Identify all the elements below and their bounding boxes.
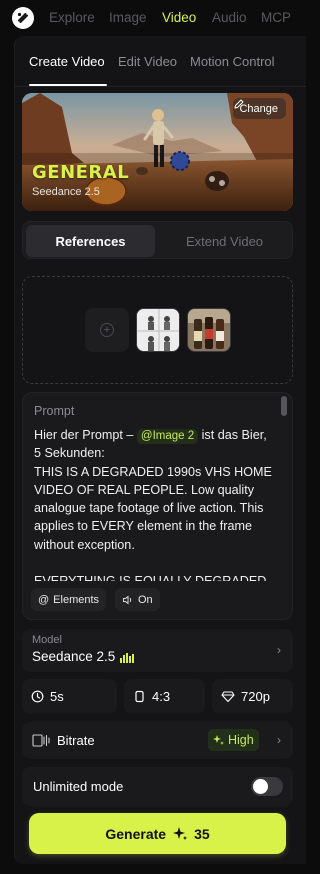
top-nav: Explore Image Video Audio MCP [0,0,306,36]
model-value: Seedance 2.5 [32,649,116,664]
audio-chip[interactable]: On [115,588,160,611]
resolution-selector[interactable]: 720p [212,679,293,714]
model-preset-subtitle: Seedance 2.5 [32,186,100,198]
unlimited-mode-label: Unlimited mode [33,779,124,794]
sparkle-icon [213,735,224,745]
prompt-text-rest: ist das Bier, 5 Sekunden: THIS IS A DEGR… [34,428,272,581]
tab-motion-control[interactable]: Motion Control [190,54,275,69]
model-preview-card[interactable]: Change GENERAL Seedance 2.5 [22,93,293,211]
diamond-icon [221,691,235,703]
change-model-button[interactable]: Change [233,98,286,119]
model-preset-title: GENERAL [32,162,130,183]
add-reference-button[interactable]: + [85,308,129,352]
bitrate-value-badge: High [208,729,259,751]
aspect-ratio-value: 4:3 [152,689,171,704]
model-label: Model [32,634,62,646]
bitrate-selector[interactable]: Bitrate High › [22,722,293,759]
nav-audio[interactable]: Audio [212,10,247,25]
chevron-right-icon: › [277,643,281,657]
prompt-input[interactable]: Hier der Prompt – @Image 2 ist das Bier,… [34,426,274,581]
reference-image-2[interactable] [187,308,231,352]
bitrate-label: Bitrate [57,733,95,748]
unlimited-mode-toggle[interactable] [251,777,283,796]
reference-upload-area[interactable]: + [22,276,293,384]
extend-video-button[interactable]: Extend Video [160,225,289,257]
reference-image-1[interactable] [136,308,180,352]
elements-chip[interactable]: @ Elements [31,588,107,611]
speaker-icon [123,594,132,605]
tab-edit-video[interactable]: Edit Video [118,54,177,69]
quality-bars-icon [120,653,134,663]
duration-value: 5s [50,689,64,704]
generate-label: Generate [105,825,167,842]
clock-icon [31,690,44,703]
tab-create-video[interactable]: Create Video [29,54,105,69]
bitrate-value: High [228,733,254,747]
reference-mode-toggle: References Extend Video [22,221,293,259]
elements-label: Elements [53,593,100,606]
toggle-knob [253,779,268,794]
plus-icon: + [100,323,114,337]
nav-explore[interactable]: Explore [49,10,95,25]
tabs-divider [14,86,306,87]
unlimited-mode-row: Unlimited mode [22,767,293,806]
aspect-ratio-selector[interactable]: 4:3 [124,679,205,714]
bitrate-icon [32,734,50,747]
image-thumbnail [137,309,179,351]
image-thumbnail [188,309,230,351]
resolution-value: 720p [241,689,270,704]
prompt-text-start: Hier der Prompt – [34,428,137,442]
pencil-icon [234,99,245,109]
generate-cost: 35 [194,825,210,842]
model-selector[interactable]: Model Seedance 2.5 › [22,629,293,672]
at-icon: @ [38,593,50,606]
aspect-ratio-icon [135,690,144,703]
nav-image[interactable]: Image [109,10,147,25]
image-mention-tag[interactable]: @Image 2 [136,429,199,444]
nav-video[interactable]: Video [162,10,196,25]
prompt-box[interactable]: Prompt Hier der Prompt – @Image 2 ist da… [22,392,293,620]
sparkle-icon [173,826,188,840]
generate-button[interactable]: Generate 35 [29,813,286,854]
audio-state-label: On [138,593,153,606]
duration-selector[interactable]: 5s [22,679,117,714]
nav-mcp[interactable]: MCP [261,10,291,25]
chevron-right-icon: › [277,733,281,747]
prompt-label: Prompt [34,404,75,418]
app-logo-icon[interactable] [12,7,34,29]
prompt-scrollbar[interactable] [281,396,287,416]
references-button[interactable]: References [26,225,155,257]
